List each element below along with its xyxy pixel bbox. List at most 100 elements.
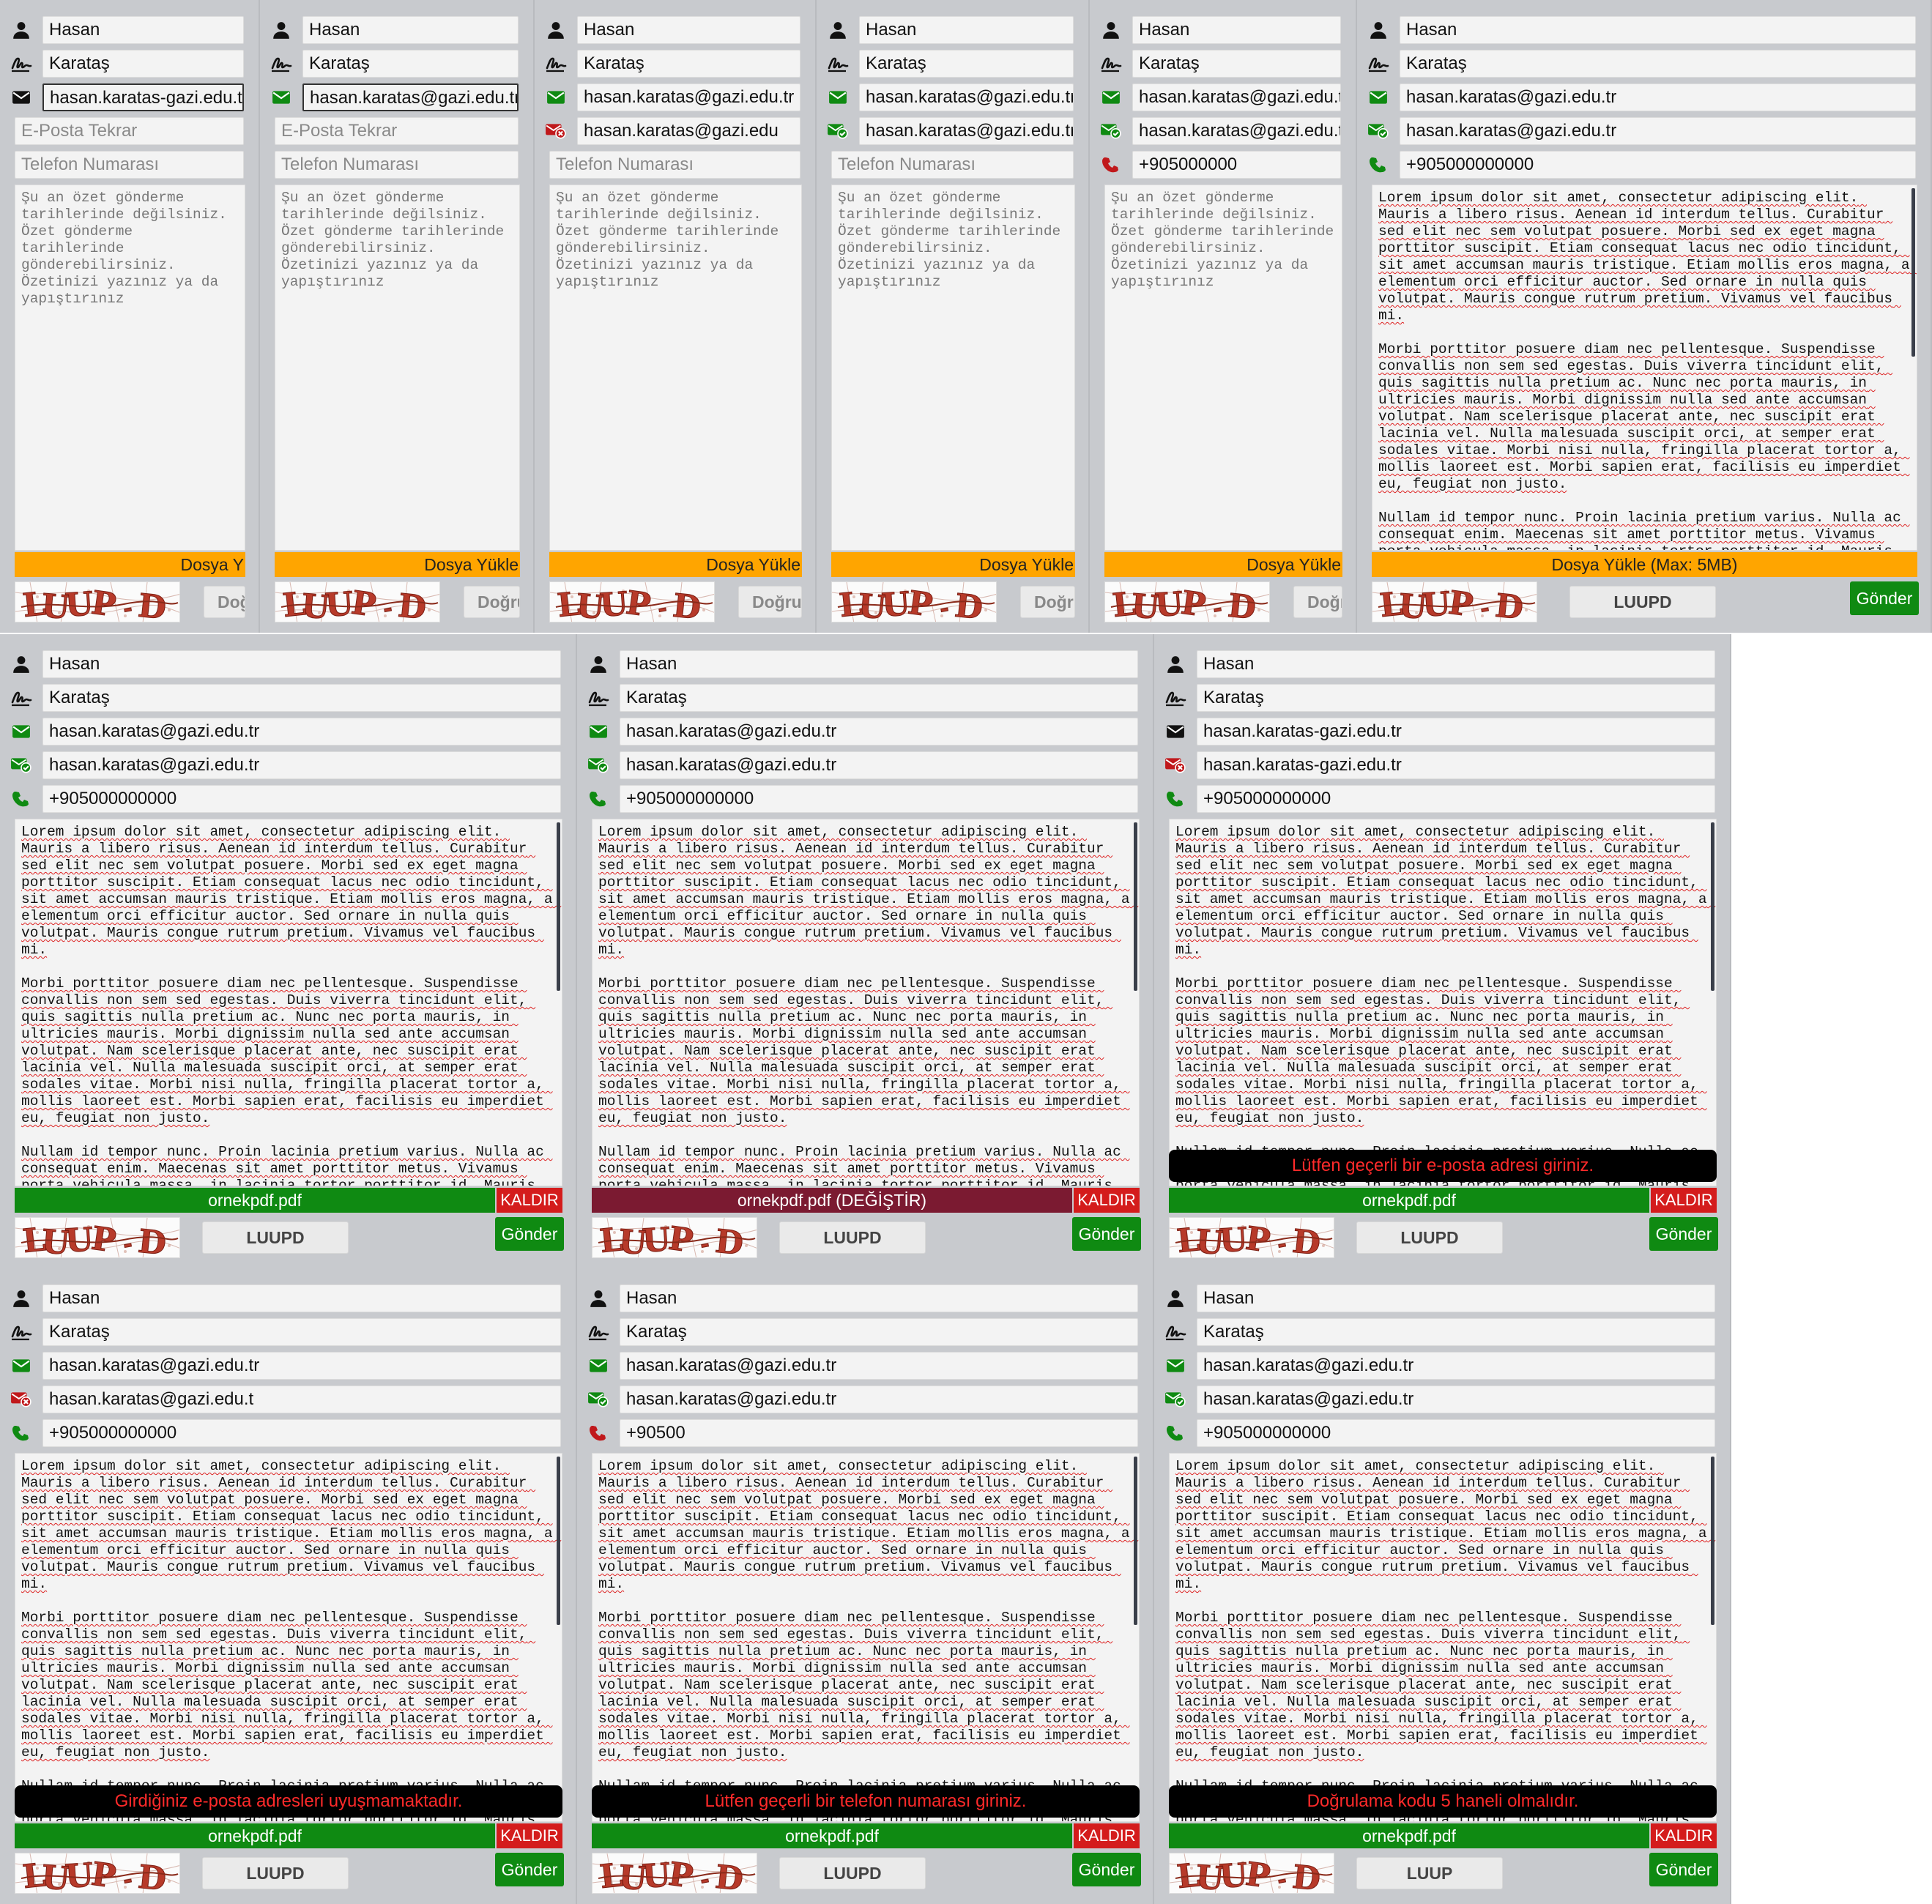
verification-code-input[interactable]: LUUPD bbox=[202, 1857, 349, 1889]
remove-file-button[interactable]: KALDIR bbox=[497, 1188, 562, 1213]
phone-input[interactable]: Telefon Numarası bbox=[549, 151, 800, 179]
email-repeat-input[interactable]: hasan.karatas@gazi.edu.tr bbox=[620, 1386, 1138, 1413]
selected-file-button[interactable]: ornekpdf.pdf bbox=[15, 1823, 495, 1848]
email-input[interactable]: hasan.karatas@gazi.edu.tr bbox=[42, 1352, 561, 1380]
surname-input[interactable]: Karataş bbox=[620, 684, 1138, 712]
verification-code-input[interactable]: LUUPD bbox=[1356, 1221, 1503, 1254]
scrollbar[interactable] bbox=[1134, 822, 1137, 991]
selected-file-button[interactable]: ornekpdf.pdf bbox=[1169, 1823, 1649, 1848]
remove-file-button[interactable]: KALDIR bbox=[1074, 1188, 1140, 1213]
upload-file-button[interactable]: Dosya Yükle bbox=[275, 552, 520, 577]
submit-button[interactable]: Gönder bbox=[1850, 581, 1919, 615]
verification-code-input[interactable]: LUUP bbox=[1356, 1857, 1503, 1889]
summary-textarea[interactable]: Lorem ipsum dolor sit amet, consectetur … bbox=[592, 819, 1140, 1186]
remove-file-button[interactable]: KALDIR bbox=[497, 1823, 562, 1848]
name-input[interactable]: Hasan bbox=[1197, 650, 1715, 678]
email-input[interactable]: hasan.karatas@gazi.edu.tr bbox=[1132, 83, 1341, 111]
name-input[interactable]: Hasan bbox=[1400, 16, 1916, 44]
surname-input[interactable]: Karataş bbox=[1400, 50, 1916, 78]
email-input[interactable]: hasan.karatas@gazi.edu.tr bbox=[1197, 1352, 1715, 1380]
submit-button[interactable]: Gönder bbox=[495, 1853, 564, 1886]
scrollbar[interactable] bbox=[1711, 1457, 1714, 1625]
verification-code-input[interactable]: Doğrulama Kodu bbox=[1020, 586, 1075, 618]
selected-file-button[interactable]: ornekpdf.pdf bbox=[15, 1188, 495, 1213]
phone-input[interactable]: +905000000000 bbox=[1400, 151, 1916, 179]
email-repeat-input[interactable]: hasan.karatas-gazi.edu.tr bbox=[1197, 751, 1715, 779]
surname-input[interactable]: Karataş bbox=[577, 50, 800, 78]
email-repeat-input[interactable]: hasan.karatas@gazi.edu bbox=[577, 117, 800, 145]
verification-code-input[interactable]: Doğrulama Kodu bbox=[464, 586, 520, 618]
selected-file-button[interactable]: ornekpdf.pdf (DEĞİŞTİR) bbox=[592, 1188, 1072, 1213]
scrollbar[interactable] bbox=[557, 1457, 560, 1625]
surname-input[interactable]: Karataş bbox=[1132, 50, 1341, 78]
email-repeat-input[interactable]: hasan.karatas@gazi.edu.tr bbox=[1132, 117, 1341, 145]
summary-textarea[interactable]: Şu an özet gönderme tarihlerinde değilsi… bbox=[275, 185, 520, 551]
phone-input[interactable]: Telefon Numarası bbox=[831, 151, 1074, 179]
name-input[interactable]: Hasan bbox=[42, 650, 561, 678]
name-input[interactable]: Hasan bbox=[577, 16, 800, 44]
email-input[interactable]: hasan.karatas@gazi.edu.tr bbox=[302, 83, 519, 111]
summary-textarea[interactable]: Lorem ipsum dolor sit amet, consectetur … bbox=[1372, 185, 1917, 551]
surname-input[interactable]: Karataş bbox=[1197, 684, 1715, 712]
summary-textarea[interactable]: Lorem ipsum dolor sit amet, consectetur … bbox=[1169, 1453, 1717, 1822]
submit-button[interactable]: Gönder bbox=[1072, 1217, 1141, 1251]
email-repeat-input[interactable]: E-Posta Tekrar bbox=[15, 117, 244, 145]
remove-file-button[interactable]: KALDIR bbox=[1074, 1823, 1140, 1848]
submit-button[interactable]: Gönder bbox=[495, 1217, 564, 1251]
summary-textarea[interactable]: Şu an özet gönderme tarihlerinde değilsi… bbox=[549, 185, 802, 551]
remove-file-button[interactable]: KALDIR bbox=[1651, 1823, 1717, 1848]
summary-textarea[interactable]: Şu an özet gönderme tarihlerinde değilsi… bbox=[1104, 185, 1342, 551]
name-input[interactable]: Hasan bbox=[302, 16, 519, 44]
summary-textarea[interactable]: Lorem ipsum dolor sit amet, consectetur … bbox=[15, 819, 562, 1186]
phone-input[interactable]: Telefon Numarası bbox=[275, 151, 519, 179]
phone-input[interactable]: +905000000000 bbox=[1197, 1419, 1715, 1447]
verification-code-input[interactable]: LUUPD bbox=[779, 1857, 926, 1889]
summary-textarea[interactable]: Şu an özet gönderme tarihlerinde değilsi… bbox=[831, 185, 1075, 551]
verification-code-input[interactable]: LUUPD bbox=[1569, 586, 1716, 618]
scrollbar[interactable] bbox=[557, 822, 560, 991]
name-input[interactable]: Hasan bbox=[1197, 1284, 1715, 1312]
scrollbar[interactable] bbox=[1134, 1457, 1137, 1625]
scrollbar[interactable] bbox=[1711, 822, 1714, 991]
selected-file-button[interactable]: ornekpdf.pdf bbox=[592, 1823, 1072, 1848]
upload-file-button[interactable]: Dosya Yükle bbox=[549, 552, 802, 577]
phone-input[interactable]: +90500 bbox=[620, 1419, 1138, 1447]
email-input[interactable]: hasan.karatas@gazi.edu.tr bbox=[620, 718, 1138, 745]
upload-file-button[interactable]: Dosya Yükle bbox=[1104, 552, 1342, 577]
name-input[interactable]: Hasan bbox=[42, 1284, 561, 1312]
email-repeat-input[interactable]: hasan.karatas@gazi.edu.t bbox=[42, 1386, 561, 1413]
submit-button[interactable]: Gönder bbox=[1649, 1853, 1718, 1886]
email-repeat-input[interactable]: hasan.karatas@gazi.edu.tr bbox=[859, 117, 1074, 145]
surname-input[interactable]: Karataş bbox=[42, 684, 561, 712]
surname-input[interactable]: Karataş bbox=[859, 50, 1074, 78]
surname-input[interactable]: Karataş bbox=[1197, 1318, 1715, 1346]
summary-textarea[interactable]: Lorem ipsum dolor sit amet, consectetur … bbox=[592, 1453, 1140, 1822]
email-input[interactable]: hasan.karatas@gazi.edu.tr bbox=[42, 718, 561, 745]
email-input[interactable]: hasan.karatas@gazi.edu.tr bbox=[577, 83, 800, 111]
surname-input[interactable]: Karataş bbox=[42, 1318, 561, 1346]
submit-button[interactable]: Gönder bbox=[1072, 1853, 1141, 1886]
phone-input[interactable]: +905000000000 bbox=[1197, 785, 1715, 813]
phone-input[interactable]: Telefon Numarası bbox=[15, 151, 244, 179]
surname-input[interactable]: Karataş bbox=[302, 50, 519, 78]
verification-code-input[interactable]: LUUPD bbox=[779, 1221, 926, 1254]
phone-input[interactable]: +905000000000 bbox=[42, 785, 561, 813]
upload-file-button[interactable]: Dosya Yükle bbox=[831, 552, 1075, 577]
remove-file-button[interactable]: KALDIR bbox=[1651, 1188, 1717, 1213]
summary-textarea[interactable]: Şu an özet gönderme tarihlerinde değilsi… bbox=[15, 185, 245, 551]
email-repeat-input[interactable]: E-Posta Tekrar bbox=[275, 117, 519, 145]
phone-input[interactable]: +905000000000 bbox=[42, 1419, 561, 1447]
surname-input[interactable]: Karataş bbox=[620, 1318, 1138, 1346]
verification-code-input[interactable]: Doğrulama Kodu bbox=[738, 586, 802, 618]
phone-input[interactable]: +905000000 bbox=[1132, 151, 1341, 179]
email-repeat-input[interactable]: hasan.karatas@gazi.edu.tr bbox=[620, 751, 1138, 779]
submit-button[interactable]: Gönder bbox=[1649, 1217, 1718, 1251]
email-repeat-input[interactable]: hasan.karatas@gazi.edu.tr bbox=[1197, 1386, 1715, 1413]
email-input[interactable]: hasan.karatas@gazi.edu.tr bbox=[859, 83, 1074, 111]
email-input[interactable]: hasan.karatas-gazi.edu.tr bbox=[1197, 718, 1715, 745]
email-repeat-input[interactable]: hasan.karatas@gazi.edu.tr bbox=[42, 751, 561, 779]
name-input[interactable]: Hasan bbox=[620, 1284, 1138, 1312]
phone-input[interactable]: +905000000000 bbox=[620, 785, 1138, 813]
scrollbar[interactable] bbox=[1911, 188, 1915, 357]
selected-file-button[interactable]: ornekpdf.pdf bbox=[1169, 1188, 1649, 1213]
